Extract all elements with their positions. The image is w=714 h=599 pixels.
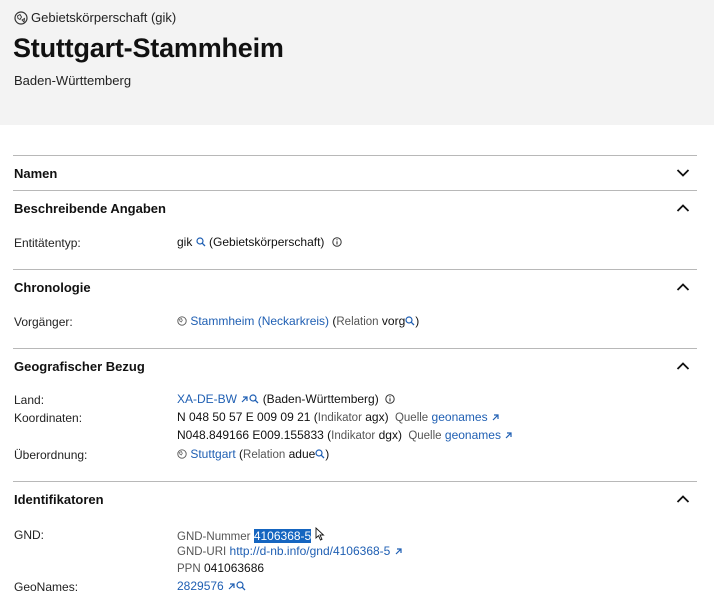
entitaetentyp-label: Entitätentyp: (14, 236, 81, 250)
geonames-link[interactable]: geonames (432, 410, 488, 424)
info-icon[interactable] (332, 237, 342, 247)
search-icon[interactable] (249, 394, 259, 404)
indicator-label: Indikator (331, 430, 376, 442)
section-chronologie-header[interactable]: Chronologie (14, 280, 91, 295)
search-icon[interactable] (196, 237, 206, 247)
koordinaten-row: N 048 50 57 E 009 09 21 (Indikator agx) … (177, 410, 500, 424)
geonames-value: 2829576 (177, 579, 246, 593)
search-icon[interactable] (315, 449, 325, 459)
entitaetentyp-value: gik (Gebietskörperschaft) (177, 235, 342, 249)
page-subtitle: Baden-Württemberg (14, 73, 132, 88)
external-link-icon[interactable] (394, 547, 403, 556)
vorgaenger-value: Stammheim (Neckarkreis) (Relation vorg) (177, 314, 419, 328)
external-link-icon[interactable] (240, 395, 249, 404)
info-icon[interactable] (385, 394, 395, 404)
entitaetentyp-text: (Gebietskörperschaft) (209, 235, 325, 249)
entitaetentyp-code: gik (177, 235, 193, 249)
divider (13, 269, 697, 270)
ueberordnung-label: Überordnung: (14, 448, 88, 462)
vorgaenger-link[interactable]: Stammheim (Neckarkreis) (190, 314, 329, 328)
geonames-link[interactable]: geonames (445, 428, 501, 442)
entity-type: Gebietskörperschaft (gik) (14, 10, 176, 25)
mouse-cursor-icon (315, 527, 325, 541)
indicator-label: Indikator (317, 412, 362, 424)
search-icon[interactable] (236, 581, 246, 591)
chevron-up-icon[interactable] (676, 203, 690, 213)
gnd-nummer-row: GND-Nummer 4106368-5 (177, 527, 325, 543)
chevron-up-icon[interactable] (676, 361, 690, 371)
relation-label: Relation (336, 316, 379, 328)
koordinaten-value: N048.849166 E009.155833 (177, 428, 324, 442)
source-label: Quelle (408, 430, 442, 442)
search-icon[interactable] (405, 316, 415, 326)
external-link-icon[interactable] (491, 413, 500, 422)
land-text: (Baden-Württemberg) (262, 392, 379, 406)
land-label: Land: (14, 393, 45, 407)
territory-icon (14, 10, 28, 25)
section-geografisch-header[interactable]: Geografischer Bezug (14, 359, 145, 374)
divider (13, 348, 697, 349)
chevron-up-icon[interactable] (676, 494, 690, 504)
koordinaten-value: N 048 50 57 E 009 09 21 (177, 410, 311, 424)
ppn-label: PPN (177, 563, 201, 575)
divider (13, 481, 697, 482)
section-beschreibende-header[interactable]: Beschreibende Angaben (14, 201, 166, 216)
ueberordnung-link[interactable]: Stuttgart (190, 447, 235, 461)
section-namen-header[interactable]: Namen (14, 166, 57, 181)
geonames-id-link[interactable]: 2829576 (177, 579, 224, 593)
chevron-down-icon[interactable] (676, 168, 690, 178)
ppn-value: 041063686 (204, 561, 265, 575)
page-title: Stuttgart-Stammheim (13, 33, 284, 63)
land-code-link[interactable]: XA-DE-BW (177, 392, 237, 406)
chevron-up-icon[interactable] (676, 282, 690, 292)
entity-header: Gebietskörperschaft (gik) Stuttgart-Stam… (0, 0, 714, 125)
external-link-icon[interactable] (227, 582, 236, 591)
relation-value: adue (288, 447, 316, 461)
vorgaenger-label: Vorgänger: (14, 315, 73, 329)
indicator-value: agx (365, 410, 385, 424)
territory-icon (177, 316, 187, 326)
entity-type-label: Gebietskörperschaft (gik) (31, 10, 177, 25)
koordinaten-row: N048.849166 E009.155833 (Indikator dgx) … (177, 428, 513, 442)
territory-icon (177, 449, 187, 459)
land-value: XA-DE-BW (Baden-Württemberg) (177, 392, 395, 406)
source-label: Quelle (394, 412, 429, 424)
section-identifikatoren-header[interactable]: Identifikatoren (14, 492, 104, 507)
gnd-uri-link[interactable]: http://d-nb.info/gnd/4106368-5 (230, 544, 391, 558)
gnd-label: GND: (14, 528, 44, 542)
ueberordnung-value: Stuttgart (Relation adue) (177, 447, 329, 461)
geonames-label: GeoNames: (14, 580, 79, 594)
gnd-uri-row: GND-URI http://d-nb.info/gnd/4106368-5 (177, 544, 403, 558)
divider (13, 155, 697, 156)
relation-label: Relation (243, 449, 286, 461)
gnd-nummer-value[interactable]: 4106368-5 (253, 529, 312, 543)
ppn-row: PPN 041063686 (177, 561, 264, 575)
indicator-value: dgx (378, 428, 398, 442)
relation-value: vorg (381, 314, 406, 328)
divider (13, 190, 697, 191)
gnd-uri-label: GND-URI (177, 546, 227, 558)
gnd-nummer-label: GND-Nummer (177, 531, 251, 543)
external-link-icon[interactable] (504, 431, 513, 440)
koordinaten-label: Koordinaten: (14, 411, 83, 425)
